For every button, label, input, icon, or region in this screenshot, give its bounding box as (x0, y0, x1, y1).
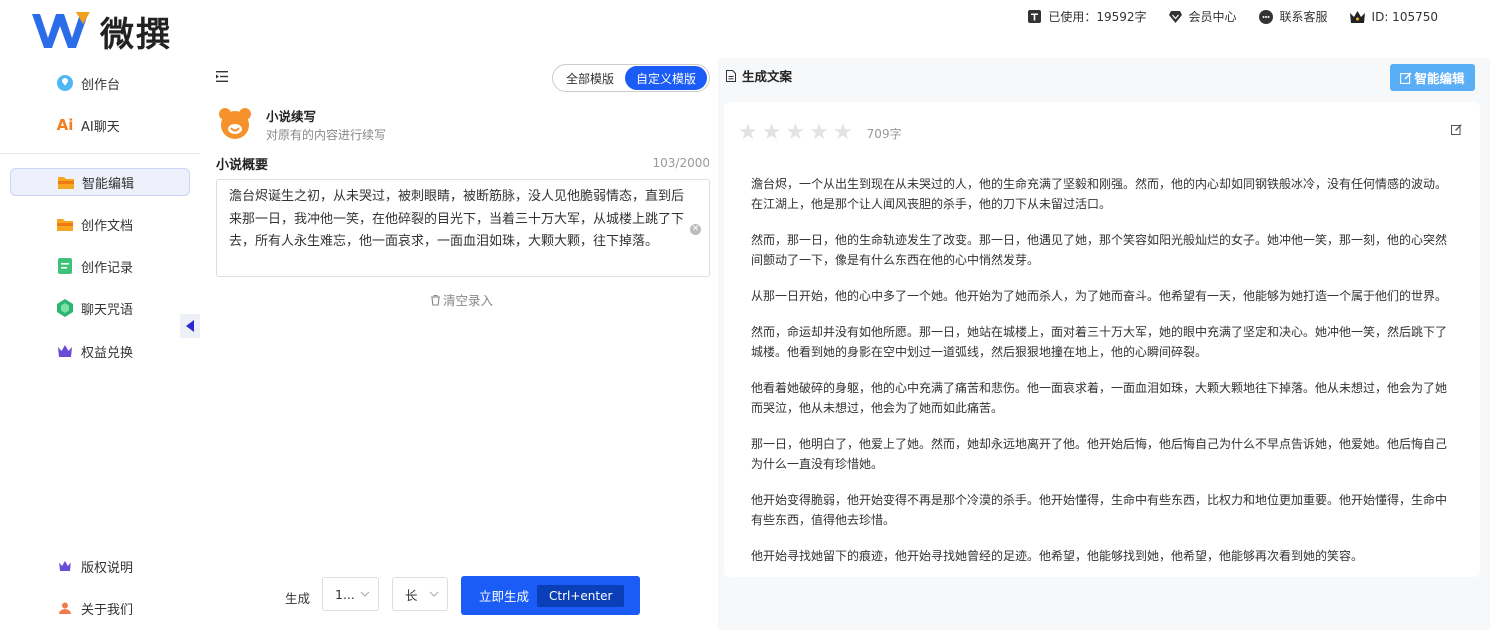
summary-label: 小说概要 (216, 158, 269, 173)
sidebar-item-redeem[interactable]: 权益兑换 (10, 337, 190, 365)
sidebar-item-label: 创作记录 (81, 260, 134, 276)
sidebar-item-smart-edit[interactable]: 智能编辑 (10, 168, 190, 196)
sidebar-item-label: 创作台 (81, 77, 121, 93)
sidebar-item-label: 关于我们 (81, 602, 134, 618)
clear-field-icon[interactable]: ✕ (690, 224, 701, 235)
crown-icon (1349, 10, 1365, 23)
clear-input-label: 清空录入 (443, 293, 494, 308)
sidebar-item-label: 智能编辑 (82, 176, 135, 192)
chat-icon (1258, 9, 1273, 24)
user-id-label: ID: 105750 (1371, 9, 1438, 24)
logo-mark-icon (32, 12, 90, 48)
divider (0, 153, 200, 154)
smart-edit-label: 智能编辑 (1414, 71, 1465, 86)
document-icon (726, 69, 736, 82)
sidebar-item-about[interactable]: 关于我们 (10, 594, 190, 622)
crown-icon (56, 342, 74, 360)
support-link[interactable]: 联系客服 (1258, 8, 1328, 25)
shortcut-badge: Ctrl+enter (537, 584, 625, 607)
content-paragraph: 澹台烬，一个从出生到现在从未哭过的人，他的生命充满了坚毅和刚强。然而，他的内心却… (751, 177, 1448, 211)
template-title: 小说续写 (266, 109, 317, 124)
content-paragraph: 他看着她破碎的身躯，他的心中充满了痛苦和悲伤。他一面哀求着，一面血泪如珠，大颗大… (751, 381, 1448, 415)
count-select[interactable]: 1... (322, 577, 379, 611)
content-paragraph: 然而，命运却并没有如他所愿。那一日，她站在城楼上，面对着三十万大军，她的眼中充满… (751, 325, 1448, 359)
brand-name: 微撰 (100, 14, 172, 55)
usage-indicator: 已使用：19592字 (1028, 8, 1147, 25)
support-label: 联系客服 (1279, 10, 1328, 24)
user-icon (56, 599, 74, 617)
logo[interactable]: 微撰 (30, 10, 172, 55)
summary-char-count: 103/2000 (652, 156, 711, 170)
caret-left-icon (186, 320, 194, 332)
output-title-text: 生成文案 (742, 69, 793, 84)
member-center-label: 会员中心 (1188, 10, 1237, 24)
collapse-sidebar-button[interactable] (180, 314, 200, 338)
chevron-down-icon (360, 591, 370, 597)
menu-toggle-icon[interactable] (216, 67, 228, 86)
length-select[interactable]: 长 (392, 577, 448, 611)
smart-edit-button[interactable]: 智能编辑 (1390, 64, 1475, 91)
sidebar-item-spells[interactable]: 聊天咒语 (10, 294, 190, 322)
sidebar-item-workbench[interactable]: 创作台 (10, 69, 190, 97)
member-center-link[interactable]: 会员中心 (1168, 8, 1237, 25)
edit-icon (1400, 72, 1412, 84)
ai-icon: Ai (56, 116, 74, 134)
content-paragraph: 然而，那一日，他的生命轨迹发生了改变。那一日，他遇见了她，那个笑容如阳光般灿烂的… (751, 233, 1448, 267)
output-title: 生成文案 (726, 66, 792, 85)
summary-textarea[interactable]: 澹台烬诞生之初，从未哭过，被刺眼睛，被断筋脉，没人见他脆弱情态，直到后来那一日，… (216, 179, 710, 277)
word-count: 709字 (866, 126, 902, 141)
sidebar-item-docs[interactable]: 创作文档 (10, 210, 190, 238)
bulb-icon (56, 74, 74, 92)
content-paragraph: 那一日，他明白了，他爱上了她。然而，她却永远地离开了他。他开始后悔，他后悔自己为… (751, 437, 1448, 471)
crown-icon (56, 557, 74, 575)
template-switch: 全部模版 自定义模版 (552, 64, 710, 92)
rating-stars[interactable]: ★ ★ ★ ★ ★ 709字 (738, 122, 902, 144)
chevron-down-icon (429, 591, 439, 597)
folder-icon (56, 215, 74, 233)
content-paragraph: 他开始变得脆弱，他开始变得不再是那个冷漠的杀手。他开始懂得，生命中有些东西，比权… (751, 493, 1448, 527)
star-icon[interactable]: ★ (762, 122, 782, 144)
output-card: ★ ★ ★ ★ ★ 709字 澹台烬，一个从出生到现在从未哭过的人，他的生命充满… (724, 102, 1480, 577)
template-avatar (218, 106, 252, 140)
doc-icon (56, 257, 74, 275)
star-icon[interactable]: ★ (833, 122, 853, 144)
diamond-icon (1168, 10, 1182, 23)
edit-icon[interactable] (1451, 120, 1462, 139)
sidebar-item-copyright[interactable]: 版权说明 (10, 552, 190, 580)
input-panel: 全部模版 自定义模版 小说续写 对原有的内容进行续写 小说概要 103/2000… (200, 58, 718, 630)
output-panel: 生成文案 智能编辑 ★ ★ ★ ★ ★ 709字 澹台烬，一个从出生到现在从未哭… (718, 58, 1490, 630)
template-description: 对原有的内容进行续写 (266, 128, 387, 142)
text-t-icon (1028, 10, 1042, 23)
summary-text: 澹台烬诞生之初，从未哭过，被刺眼睛，被断筋脉，没人见他脆弱情态，直到后来那一日，… (229, 189, 685, 249)
clear-input-button[interactable]: 清空录入 (430, 290, 493, 309)
bear-icon (219, 108, 251, 139)
generate-button[interactable]: 立即生成 Ctrl+enter (461, 576, 640, 615)
star-icon[interactable]: ★ (785, 122, 805, 144)
tab-custom-templates[interactable]: 自定义模版 (625, 66, 707, 90)
star-icon[interactable]: ★ (809, 122, 829, 144)
trash-icon (431, 294, 440, 306)
length-select-value: 长 (405, 587, 418, 603)
tab-all-templates[interactable]: 全部模版 (555, 66, 625, 90)
user-id[interactable]: ID: 105750 (1349, 9, 1438, 24)
content-paragraph: 他开始寻找她留下的痕迹，他开始寻找她曾经的足迹。他希望，他能够找到她，他希望，他… (751, 549, 1364, 563)
sidebar: 微撰 创作台 Ai AI聊天 智能编辑 创作文档 创作记录 聊天咒语 权益兑换 … (0, 0, 200, 630)
content-paragraph: 从那一日开始，他的心中多了一个她。他开始为了她而杀人，为了她而奋斗。他希望有一天… (751, 289, 1448, 303)
generate-button-label: 立即生成 (479, 589, 530, 604)
usage-text: 已使用：19592字 (1048, 10, 1147, 24)
sidebar-item-label: 权益兑换 (81, 345, 134, 361)
gem-icon (56, 299, 74, 317)
star-icon[interactable]: ★ (738, 122, 758, 144)
folder-icon (57, 173, 75, 191)
sidebar-item-label: 聊天咒语 (81, 302, 134, 318)
count-select-value: 1... (335, 586, 355, 602)
sidebar-item-records[interactable]: 创作记录 (10, 252, 190, 280)
generate-label: 生成 (285, 591, 311, 606)
top-bar: 已使用：19592字 会员中心 联系客服 ID: 105750 (1006, 8, 1438, 25)
sidebar-item-label: 版权说明 (81, 560, 134, 576)
sidebar-item-ai-chat[interactable]: Ai AI聊天 (10, 111, 190, 139)
sidebar-item-label: 创作文档 (81, 218, 134, 234)
generated-content: 澹台烬，一个从出生到现在从未哭过的人，他的生命充满了坚毅和刚强。然而，他的内心却… (751, 174, 1451, 577)
sidebar-item-label: AI聊天 (81, 119, 120, 135)
